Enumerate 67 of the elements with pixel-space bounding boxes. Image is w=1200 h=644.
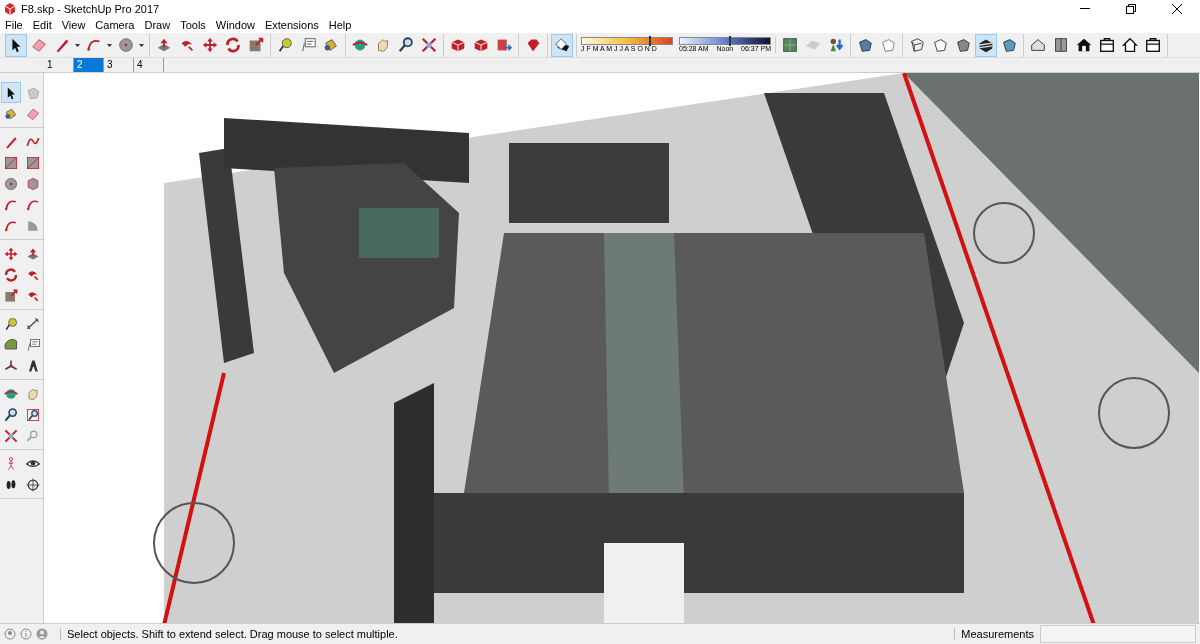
menu-item[interactable]: File [0,19,28,31]
text-label-icon [25,336,41,353]
month-slider[interactable] [581,37,673,45]
caret-icon [75,43,80,47]
shadow-square-icon [553,36,571,54]
four-arrows-icon [3,245,19,262]
circular-arrows-icon [3,266,19,283]
menu-item[interactable]: Help [323,19,357,31]
menu-item[interactable]: Draw [139,19,176,31]
paint-bucket-icon [322,36,340,54]
status-message: Select objects. Shift to extend select. Drag mouse to select multiple. [60,628,955,640]
window-title: F8.skp - SketchUp Pro 2017 [21,2,161,15]
cabinet-icon [1052,36,1070,54]
tape-measure-icon [276,36,294,54]
tool-button[interactable] [551,33,573,57]
dimension-icon [25,315,41,332]
geo-location-icon [4,628,16,640]
house-iso-icon [1029,36,1047,54]
menu-item[interactable]: Camera [90,19,140,31]
circle-icon [117,36,135,54]
house-icon [1075,36,1093,54]
menu-item[interactable]: Tools [175,19,211,31]
scene-tab[interactable]: 3 [104,58,134,72]
map-icon [781,36,799,54]
slider-thumb[interactable] [648,36,651,46]
tool-button[interactable] [1,82,21,103]
push-pull-icon [155,36,173,54]
caret-icon [107,43,112,47]
restore-icon [1126,3,1136,14]
scene-tab[interactable]: 2 [74,58,104,72]
menu-item[interactable]: Extensions [259,19,324,31]
tape-measure-icon [3,315,19,332]
search-icon [397,36,415,54]
menu-item[interactable]: Edit [27,19,57,31]
house-front-icon [1144,36,1162,54]
close-icon [1172,3,1182,14]
circular-arrows-icon [224,36,242,54]
user-icon [36,628,48,640]
text-label-icon [299,36,317,54]
menu-item[interactable]: Window [210,19,260,31]
minimize-icon [1080,8,1090,9]
menu-item[interactable]: View [56,19,91,31]
zoom-extents-icon [420,36,438,54]
eraser-icon [30,36,48,54]
search-icon [3,406,19,423]
circle-icon [3,175,19,192]
crosshair-icon [25,476,41,493]
time-slider[interactable] [679,37,771,45]
scale-icon [3,287,19,304]
house-front-icon [1098,36,1116,54]
tool-button[interactable] [975,33,997,57]
protractor-icon [3,336,19,353]
tool-button[interactable] [5,33,27,57]
measurements-field[interactable] [1040,625,1196,643]
wireframe-cube-icon [908,36,926,54]
polygon-icon [25,175,41,192]
caret-icon [139,43,144,47]
slider-thumb[interactable] [728,36,731,46]
scale-icon [247,36,265,54]
info-icon [20,628,32,640]
scene-tab[interactable]: 4 [134,58,164,72]
four-arrows-icon [201,36,219,54]
zoom-window-icon [25,406,41,423]
zoom-extents-icon [3,427,19,444]
rectangle-icon [3,154,19,171]
house-outline-icon [1121,36,1139,54]
rectangle-icon [25,154,41,171]
